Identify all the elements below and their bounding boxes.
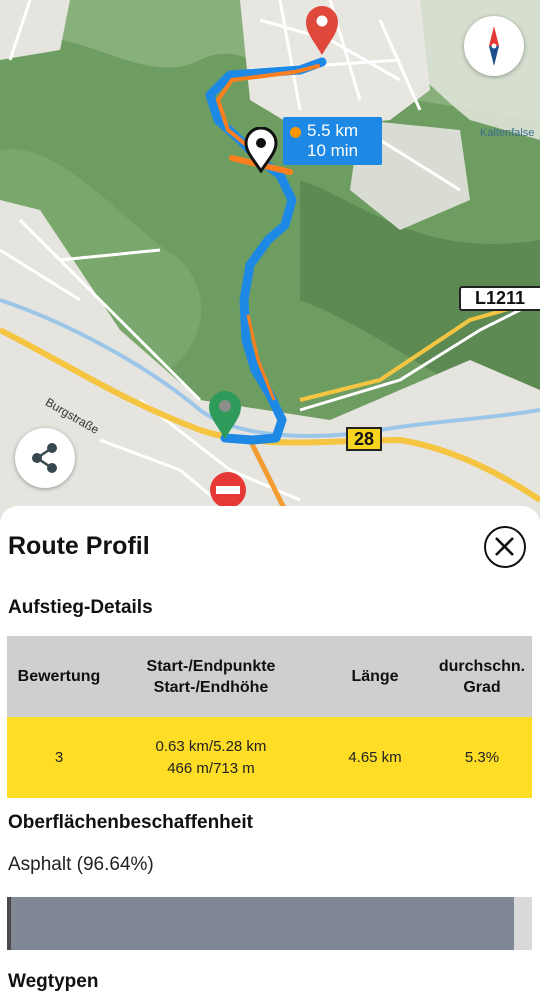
map-canvas [0,0,540,520]
surface-label: Asphalt (96.64%) [8,854,154,875]
header-length: Länge [351,668,399,685]
climb-details-heading: Aufstieg-Details [8,597,153,618]
road-sign-l1211: L1211 [459,286,540,311]
share-button[interactable] [15,428,75,488]
position-pin-icon[interactable] [243,127,279,173]
header-points: Start-/Endpunkte Start-/Endhöhe [111,636,311,717]
route-distance: 5.5 km [307,121,359,140]
sheet-title: Route Profil [8,532,150,560]
cell-grade: 5.3% [464,748,500,766]
header-points-line2: Start-/Endhöhe [153,678,269,696]
surface-bar-fill [7,897,515,950]
cell-points-line2: 466 m/713 m [167,759,255,777]
share-icon [32,443,57,473]
surface-heading: Oberflächenbeschaffenheit [8,812,253,833]
header-grade-line1: durchschn. [438,657,526,675]
close-icon [495,537,514,556]
header-grade-line2: Grad [463,678,501,696]
route-time: 10 min [307,141,359,160]
surface-bar[interactable] [7,897,532,950]
compass-button[interactable] [464,16,524,76]
close-button[interactable] [484,526,526,568]
compass-icon [489,26,499,66]
table-header-row: Bewertung Start-/Endpunkte Start-/Endhöh… [7,636,532,717]
cell-length: 4.65 km [348,748,402,766]
table-row[interactable]: 3 0.63 km/5.28 km 466 m/713 m 4.65 km 5.… [7,717,532,798]
cell-points-line1: 0.63 km/5.28 km [155,737,267,755]
route-summary-badge[interactable]: 5.5 km 10 min [283,117,382,165]
road-sign-28: 28 [346,427,382,451]
header-rating: Bewertung [17,668,101,685]
waytypes-heading: Wegtypen [8,971,99,992]
cell-rating: 3 [54,748,64,766]
map-view[interactable]: 5.5 km 10 min L1211 28 Burgstraße Kalten… [0,0,540,520]
destination-pin-icon[interactable] [304,5,340,57]
climb-table: Bewertung Start-/Endpunkte Start-/Endhöh… [7,636,532,798]
header-grade: durchschn. Grad [432,636,532,717]
cell-points: 0.63 km/5.28 km 466 m/713 m [111,717,311,798]
route-profile-sheet: Route Profil Aufstieg-Details Bewertung … [0,506,540,1007]
orange-dot-icon [290,127,301,138]
header-points-line1: Start-/Endpunkte [146,657,276,675]
place-label: Kaltenfalse [480,127,535,139]
start-pin-icon[interactable] [206,389,244,441]
